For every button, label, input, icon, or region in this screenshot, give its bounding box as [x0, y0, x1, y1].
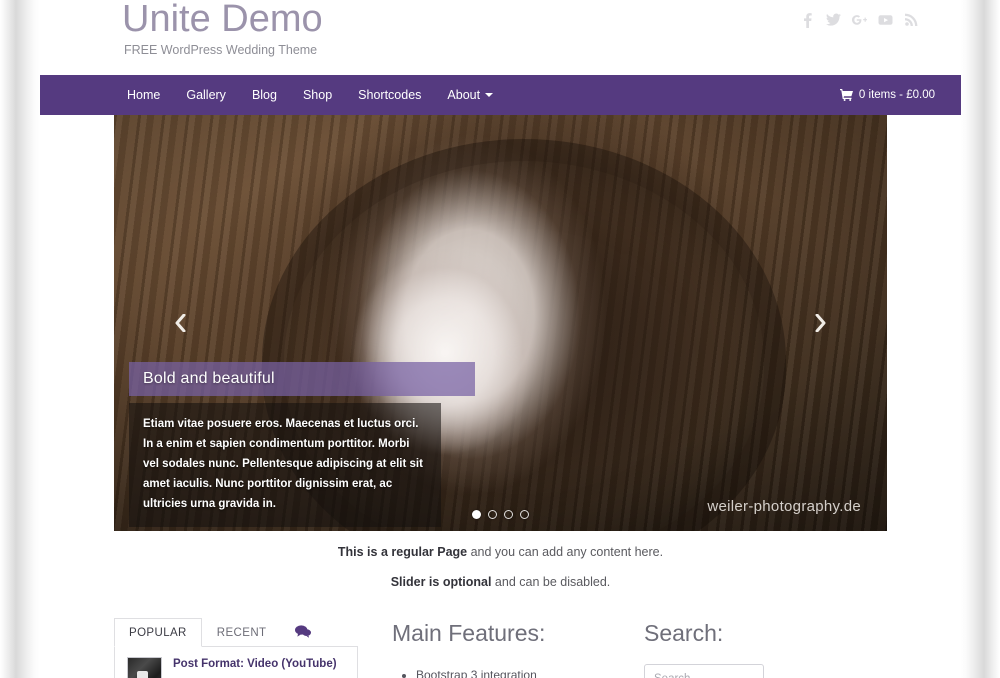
browser-viewport: Unite Demo FREE WordPress Wedding Theme …	[0, 0, 1000, 678]
main-features-heading: Main Features:	[392, 620, 546, 646]
image-slider[interactable]: Bold and beautiful Etiam vitae posuere e…	[114, 115, 887, 531]
post-meta: Post Format: Video (YouTube) Jun 2, 2010	[173, 657, 337, 678]
shopping-cart-icon	[839, 89, 853, 101]
slider-dot-4[interactable]	[520, 510, 529, 519]
search-column: Search:	[620, 618, 800, 678]
nav-label: Shop	[302, 88, 333, 102]
list-item[interactable]: Post Format: Video (YouTube) Jun 2, 2010	[127, 657, 345, 678]
slider-dot-2[interactable]	[488, 510, 497, 519]
slider-prev-arrow[interactable]	[168, 311, 192, 335]
cart-label: 0 items - £0.00	[858, 89, 935, 101]
nav-label: Home	[127, 88, 161, 102]
post-thumbnail	[127, 657, 162, 678]
search-input[interactable]	[644, 664, 764, 678]
site-branding[interactable]: Unite Demo FREE WordPress Wedding Theme	[122, 0, 323, 58]
list-item: Bootstrap 3 integration	[416, 664, 620, 678]
site-page: Unite Demo FREE WordPress Wedding Theme …	[40, 0, 961, 678]
intro-line-2: Slider is optional and can be disabled.	[40, 573, 961, 591]
nav-menu: Home Gallery Blog Shop Shortcodes About	[40, 75, 506, 115]
slider-next-arrow[interactable]	[809, 311, 833, 335]
intro-line-2-bold: Slider is optional	[390, 575, 492, 589]
content-columns: POPULAR RECENT Post Format: Video (YouTu…	[40, 609, 961, 678]
slide-caption-body: Etiam vitae posuere eros. Maecenas et lu…	[129, 403, 441, 527]
main-features-column: Main Features: Bootstrap 3 integration	[358, 618, 620, 678]
chevron-down-icon	[485, 93, 494, 97]
tab-nav: POPULAR RECENT	[114, 618, 358, 647]
main-navigation: Home Gallery Blog Shop Shortcodes About …	[40, 75, 961, 115]
slide-caption-text: Etiam vitae posuere eros. Maecenas et lu…	[143, 418, 423, 510]
post-title[interactable]: Post Format: Video (YouTube)	[173, 657, 337, 672]
intro-line-1-rest: and you can add any content here.	[467, 545, 664, 559]
comments-icon	[295, 625, 312, 638]
slide-caption-title-bar: Bold and beautiful	[129, 362, 475, 396]
intro-text: This is a regular Page and you can add a…	[40, 531, 961, 609]
search-heading: Search:	[644, 620, 724, 646]
rss-icon[interactable]	[904, 11, 919, 28]
twitter-icon[interactable]	[826, 11, 841, 28]
nav-item-home[interactable]: Home	[114, 75, 173, 115]
nav-item-gallery[interactable]: Gallery	[173, 75, 239, 115]
nav-label: Gallery	[186, 88, 226, 102]
facebook-icon[interactable]	[800, 11, 815, 28]
slider-section: Bold and beautiful Etiam vitae posuere e…	[40, 115, 961, 531]
nav-item-blog[interactable]: Blog	[239, 75, 290, 115]
slider-dot-1[interactable]	[472, 510, 481, 519]
slide-caption-title: Bold and beautiful	[143, 370, 275, 387]
nav-item-shortcodes[interactable]: Shortcodes	[345, 75, 434, 115]
slider-pagination	[114, 510, 887, 519]
nav-item-about[interactable]: About	[434, 75, 506, 115]
social-links	[800, 11, 919, 28]
tab-recent[interactable]: RECENT	[202, 618, 282, 647]
intro-line-2-rest: and can be disabled.	[491, 575, 611, 589]
nav-label: Blog	[251, 88, 277, 102]
tab-comments[interactable]	[281, 617, 325, 646]
youtube-icon[interactable]	[878, 11, 893, 28]
site-title: Unite Demo	[122, 0, 323, 40]
google-plus-icon[interactable]	[852, 11, 867, 28]
tabs-widget: POPULAR RECENT Post Format: Video (YouTu…	[114, 618, 358, 678]
nav-label: About	[447, 88, 481, 102]
site-tagline: FREE WordPress Wedding Theme	[124, 43, 318, 57]
cart-widget[interactable]: 0 items - £0.00	[839, 75, 935, 115]
intro-line-1: This is a regular Page and you can add a…	[40, 543, 961, 561]
site-header: Unite Demo FREE WordPress Wedding Theme	[40, 0, 961, 75]
slider-dot-3[interactable]	[504, 510, 513, 519]
intro-line-1-bold: This is a regular Page	[337, 545, 468, 559]
tab-panel-popular: Post Format: Video (YouTube) Jun 2, 2010	[114, 647, 358, 678]
main-features-list: Bootstrap 3 integration	[392, 664, 620, 678]
nav-label: Shortcodes	[358, 88, 422, 102]
tab-popular[interactable]: POPULAR	[114, 618, 202, 647]
nav-item-shop[interactable]: Shop	[290, 75, 345, 115]
